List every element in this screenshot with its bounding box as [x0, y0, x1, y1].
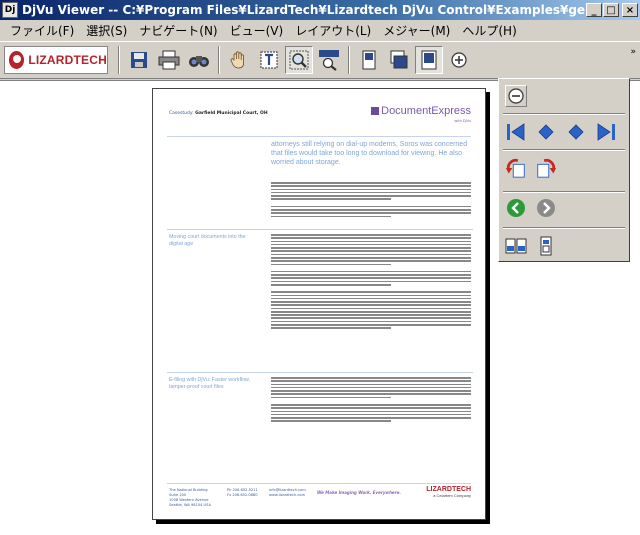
footer-address: The National Building Suite 200 1008 Wes… — [169, 488, 211, 507]
window-title: DjVu Viewer -- C:¥Program Files¥LizardTe… — [22, 3, 586, 17]
zoom-out-icon — [508, 88, 524, 104]
zoom-in-button[interactable] — [445, 46, 473, 74]
next-page-button[interactable] — [565, 121, 587, 143]
rotate-right-button[interactable] — [535, 157, 557, 179]
menu-layout[interactable]: レイアウト(L) — [289, 22, 377, 39]
hand-tool-button[interactable] — [225, 46, 253, 74]
document-page[interactable]: Casestudy: Garfield Municipal Court, OH … — [152, 88, 486, 520]
page-info-button[interactable] — [535, 235, 557, 257]
body-text-block — [271, 182, 471, 219]
logo-text: LIZARDTECH — [28, 53, 107, 67]
section-heading-e-filing: E-filing with DjVu: Faster workflow, tam… — [169, 377, 251, 390]
last-page-icon — [597, 123, 615, 141]
zoom-tool-button[interactable] — [285, 46, 313, 74]
main-toolbar: LIZARDTECH » — [0, 41, 640, 79]
back-button[interactable] — [505, 197, 527, 219]
rotate-left-icon — [505, 158, 525, 178]
save-icon — [131, 52, 147, 68]
case-study-name: Garfield Municipal Court, OH — [195, 111, 268, 116]
toolbar-separator — [218, 46, 220, 74]
footer-brand-sub: a Celartem Company — [433, 493, 471, 498]
fit-page-icon — [421, 50, 437, 70]
menu-file[interactable]: ファイル(F) — [4, 22, 80, 39]
menu-bar: ファイル(F) 選択(S) ナビゲート(N) ビュー(V) レイアウト(L) メ… — [0, 20, 640, 41]
thumbnails-icon — [505, 238, 527, 254]
find-button[interactable] — [185, 46, 213, 74]
last-page-button[interactable] — [595, 121, 617, 143]
section-divider — [167, 229, 473, 230]
document-express-mark-icon — [371, 107, 380, 116]
fit-page-button[interactable] — [415, 46, 443, 74]
document-express-text: DocumentExpress — [381, 105, 471, 117]
toolbar-separator — [348, 46, 350, 74]
region-zoom-button[interactable] — [315, 46, 343, 74]
forward-icon — [537, 199, 555, 217]
print-button[interactable] — [155, 46, 183, 74]
first-page-icon — [507, 123, 525, 141]
section-heading-digital-age: Moving court documents into the digital … — [169, 234, 246, 247]
body-text-block — [271, 234, 471, 331]
text-select-button[interactable] — [255, 46, 283, 74]
title-bar: Dj DjVu Viewer -- C:¥Program Files¥Lizar… — [0, 0, 640, 20]
page-footer: The National Building Suite 200 1008 Wes… — [167, 483, 471, 513]
palette-separator — [503, 149, 625, 151]
next-page-icon — [568, 124, 584, 140]
pull-quote: attorneys still relying on dial-up modem… — [271, 141, 468, 166]
continuous-page-icon — [390, 50, 408, 69]
zoom-tool-icon — [289, 50, 309, 70]
navigation-palette — [498, 78, 630, 262]
menu-select[interactable]: 選択(S) — [80, 22, 133, 39]
previous-page-button[interactable] — [535, 121, 557, 143]
thumbnails-button[interactable] — [505, 235, 527, 257]
rotate-left-button[interactable] — [505, 157, 527, 179]
menu-measure[interactable]: メジャー(M) — [377, 22, 456, 39]
footer-brand-name: LIZARDTECH — [426, 486, 471, 493]
find-icon — [189, 56, 209, 67]
palette-separator — [503, 113, 625, 115]
footer-phone: Ph 206.652.5211 Fx 206.652.0880 — [227, 488, 258, 497]
single-page-button[interactable] — [355, 46, 383, 74]
toolbar-separator — [118, 46, 120, 74]
region-zoom-icon — [319, 50, 339, 71]
palette-separator — [503, 191, 625, 193]
first-page-button[interactable] — [505, 121, 527, 143]
zoom-in-icon — [451, 52, 467, 68]
case-study-label: Casestudy: — [169, 111, 194, 116]
lizardtech-logo[interactable]: LIZARDTECH — [4, 46, 108, 74]
forward-button[interactable] — [535, 197, 557, 219]
maximize-button[interactable]: □ — [603, 3, 619, 17]
document-express-logo: DocumentExpress — [371, 105, 471, 117]
print-icon — [158, 50, 180, 70]
djvu-app-icon[interactable]: Dj — [2, 2, 18, 18]
toolbar-overflow-chevron[interactable]: » — [630, 48, 636, 57]
case-study-line: Casestudy: Garfield Municipal Court, OH — [169, 111, 268, 116]
menu-navigate[interactable]: ナビゲート(N) — [133, 22, 223, 39]
zoom-out-button[interactable] — [505, 85, 527, 107]
footer-brand: LIZARDTECH a Celartem Company — [426, 486, 471, 498]
menu-help[interactable]: ヘルプ(H) — [456, 22, 522, 39]
page-header: Casestudy: Garfield Municipal Court, OH … — [167, 105, 471, 137]
close-button[interactable]: × — [622, 3, 638, 17]
save-button[interactable] — [125, 46, 153, 74]
document-express-subtitle: with DjVu — [454, 119, 471, 123]
palette-separator — [503, 227, 625, 229]
page-info-icon — [540, 236, 552, 256]
minimize-button[interactable]: _ — [586, 3, 602, 17]
continuous-page-button[interactable] — [385, 46, 413, 74]
lizardtech-mark-icon — [9, 51, 25, 69]
rotate-right-icon — [537, 158, 557, 178]
single-page-icon — [362, 50, 376, 70]
back-icon — [507, 199, 525, 217]
body-text-block — [271, 377, 471, 424]
text-select-icon — [260, 51, 278, 69]
hand-tool-icon — [230, 51, 244, 69]
previous-page-icon — [538, 124, 554, 140]
menu-view[interactable]: ビュー(V) — [224, 22, 290, 39]
footer-web: info@lizardtech.com www.lizardtech.com — [269, 488, 306, 497]
footer-tagline: We Make Imaging Work. Everywhere. — [317, 490, 401, 495]
section-divider — [167, 372, 473, 373]
